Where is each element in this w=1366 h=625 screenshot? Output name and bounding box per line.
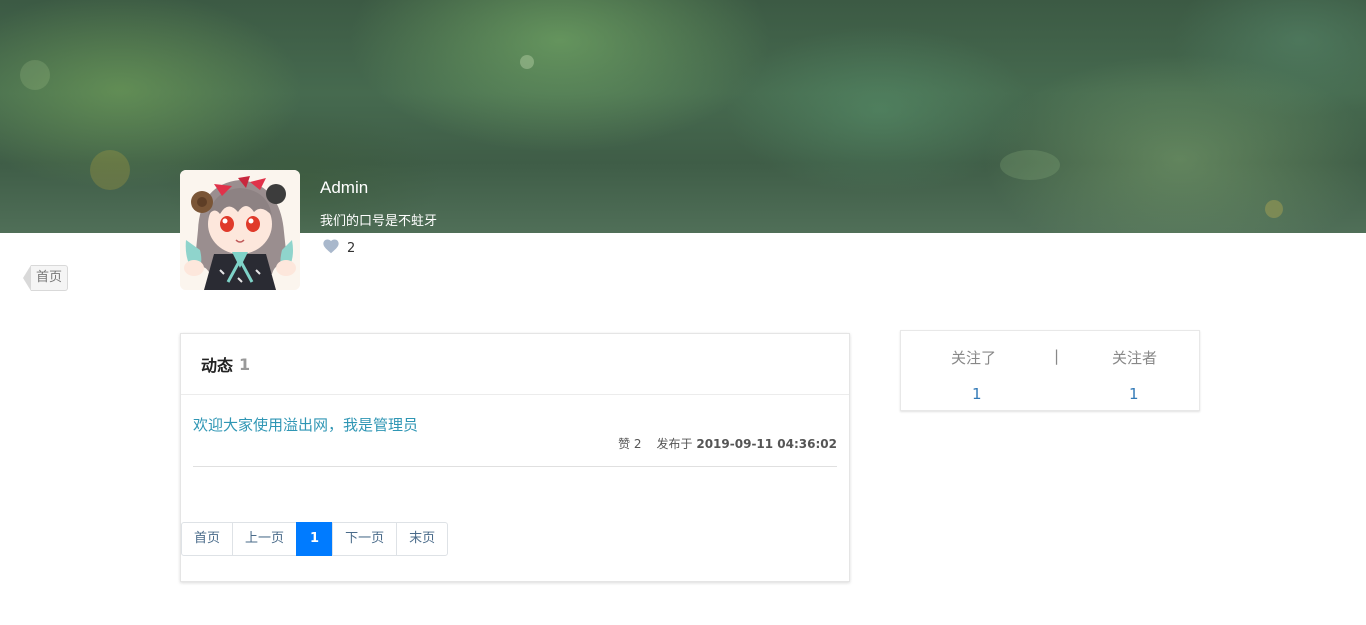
likes-count: 2	[347, 240, 356, 256]
follow-separator: |	[1054, 347, 1060, 365]
tag-arrow-shape	[23, 265, 31, 291]
home-breadcrumb-label: 首页	[31, 265, 69, 291]
post-meta: 赞 2 发布于 2019-09-11 04:36:02	[618, 435, 837, 452]
followers-label: 关注者	[1112, 349, 1158, 367]
post-published: 发布于 2019-09-11 04:36:02	[657, 435, 837, 452]
feed-title: 动态	[201, 356, 234, 375]
post-published-date: 2019-09-11 04:36:02	[696, 437, 837, 451]
profile-username: Admin	[320, 178, 369, 197]
following-label: 关注了	[951, 349, 997, 367]
home-breadcrumb-button[interactable]: 首页	[23, 265, 69, 291]
avatar-illustration	[180, 170, 300, 290]
following-count-link[interactable]: 1	[972, 385, 982, 403]
heart-icon	[322, 238, 340, 258]
pagination-first-button[interactable]: 首页	[181, 522, 234, 556]
pagination-last-button[interactable]: 末页	[396, 522, 449, 556]
profile-likes[interactable]: 2	[322, 238, 355, 258]
post-likes: 赞 2	[618, 437, 642, 451]
follow-stats-card: 关注了 | 关注者 1 1	[900, 330, 1200, 411]
user-avatar	[180, 170, 300, 290]
post-title-link[interactable]: 欢迎大家使用溢出网，我是管理员	[193, 414, 418, 435]
feed-post-item: 欢迎大家使用溢出网，我是管理员 赞 2 发布于 2019-09-11 04:36…	[193, 414, 837, 467]
activity-feed-card: 动态 1 欢迎大家使用溢出网，我是管理员 赞 2 发布于 2019-09-11 …	[180, 333, 850, 582]
feed-header: 动态 1	[181, 334, 849, 395]
followers-count-link[interactable]: 1	[1129, 385, 1139, 403]
feed-count: 1	[239, 354, 251, 374]
pagination-next-button[interactable]: 下一页	[332, 522, 398, 556]
pagination-prev-button[interactable]: 上一页	[232, 522, 298, 556]
pagination-current-page[interactable]: 1	[296, 522, 334, 556]
pagination: 首页 上一页 1 下一页 末页	[181, 522, 449, 556]
profile-motto: 我们的口号是不蛀牙	[320, 214, 438, 229]
post-published-prefix: 发布于	[656, 437, 693, 451]
